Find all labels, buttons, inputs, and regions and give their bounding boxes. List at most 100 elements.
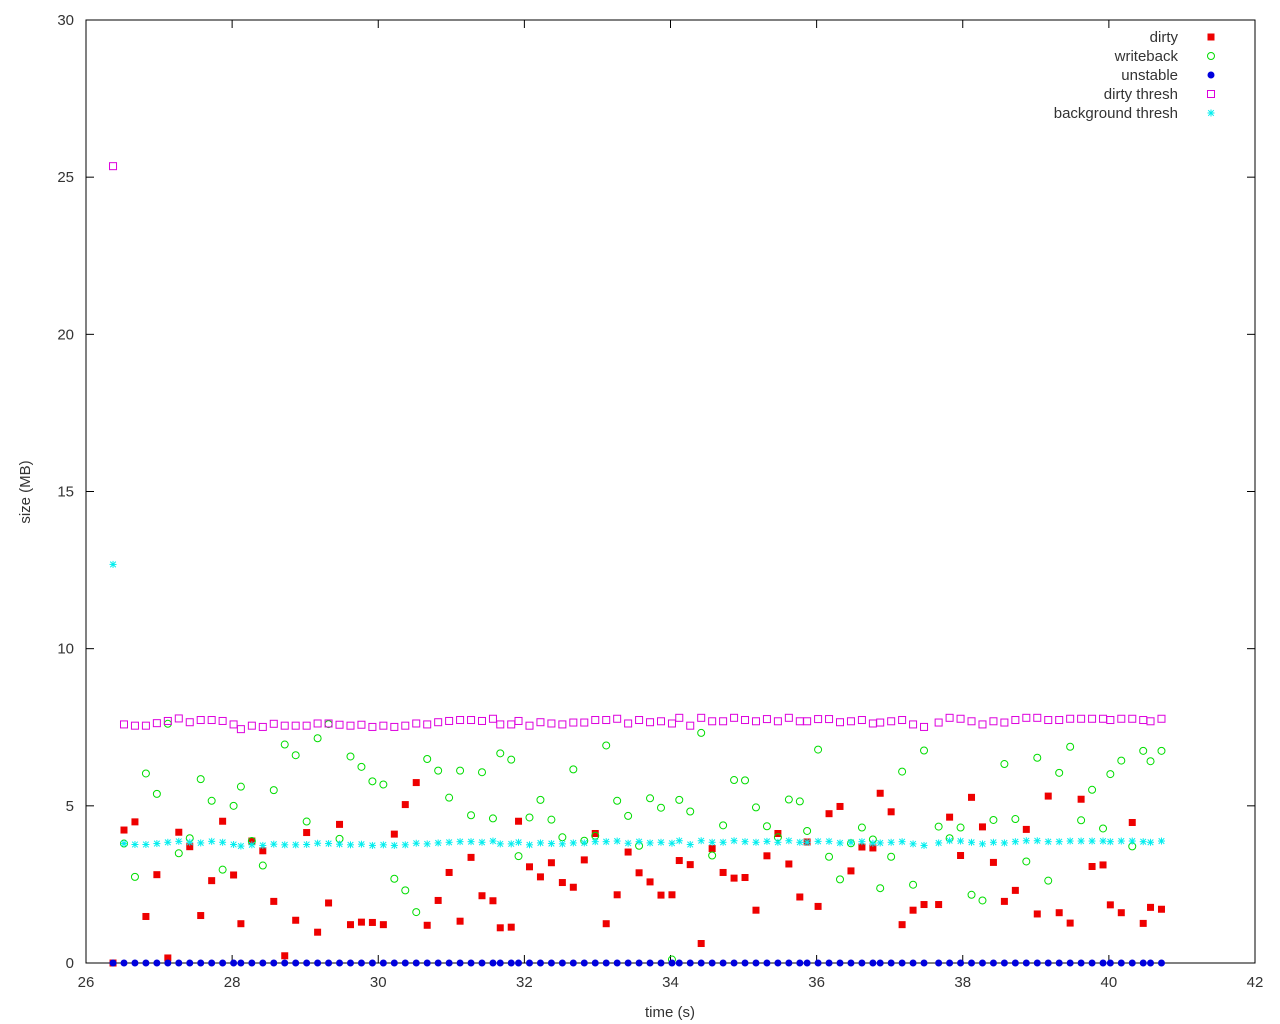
background-thresh-point [109,560,117,568]
dirty-thresh-point [218,716,227,725]
x-tick-label: 36 [808,974,825,991]
unstable-point [292,959,300,967]
background-thresh-point [730,837,738,845]
dirty-point [1128,818,1136,826]
unstable-point [978,959,986,967]
dirty-point [752,906,760,914]
background-thresh-point [624,839,632,847]
dirty-point [230,871,238,879]
dirty-thresh-point [635,716,644,725]
writeback-point [379,780,388,789]
dirty-thresh-point [602,716,611,725]
dirty-point [303,829,311,837]
dirty-point [946,813,954,821]
dirty-point [569,883,577,891]
writeback-point [456,766,465,775]
background-thresh-point [489,837,497,845]
writeback-point [1066,742,1075,751]
unstable-point [1011,959,1019,967]
background-thresh-point [1022,837,1030,845]
dirty-thresh-point [667,719,676,728]
background-thresh-point [1055,838,1063,846]
unstable-point [456,959,464,967]
background-thresh-point [675,837,683,845]
unstable-point [507,959,515,967]
y-tick-label: 0 [66,955,74,972]
unstable-point [635,959,643,967]
dirty-thresh-point [335,720,344,729]
dirty-point [836,802,844,810]
dirty-thresh-point [291,721,300,730]
unstable-point [825,959,833,967]
dirty-point [1099,861,1107,869]
dirty-thresh-point [920,722,929,731]
writeback-point [876,884,885,893]
background-thresh-point [412,839,420,847]
dirty-point [1139,919,1147,927]
writeback-point [130,872,139,881]
y-tick-label: 20 [57,326,74,343]
dirty-thresh-point [773,717,782,726]
background-thresh-point [507,840,515,848]
dirty-thresh-point [657,717,666,726]
background-thresh-point [968,838,976,846]
unstable-point [708,959,716,967]
unstable-point [270,959,278,967]
dirty-thresh-point [730,713,739,722]
unstable-point [719,959,727,967]
legend-marker-background-thresh [1207,109,1215,117]
dirty-point [208,877,216,885]
dirty-thresh-point [934,718,943,727]
unstable-point [785,959,793,967]
writeback-point [898,767,907,776]
unstable-point [946,959,954,967]
legend-marker-writeback [1207,52,1215,60]
writeback-point [280,740,289,749]
background-thresh-point [536,839,544,847]
background-thresh-point [602,838,610,846]
unstable-point [657,959,665,967]
dirty-thresh-point [467,716,476,725]
unstable-point [197,959,205,967]
unstable-point [467,959,475,967]
unstable-point [357,959,365,967]
y-tick-label: 10 [57,641,74,658]
background-thresh-point [719,838,727,846]
dirty-point [686,861,694,869]
background-thresh-point [1106,838,1114,846]
dirty-point [1157,905,1165,913]
unstable-point [624,959,632,967]
dirty-thresh-point [1139,716,1148,725]
dirty-thresh-point [1128,714,1137,723]
dirty-thresh-point [876,718,885,727]
unstable-point [646,959,654,967]
dirty-thresh-point [229,720,238,729]
background-thresh-point [120,840,128,848]
dirty-thresh-point [1077,714,1086,723]
writeback-point [507,755,516,764]
background-thresh-point [1139,838,1147,846]
writeback-point [207,796,216,805]
writeback-point [218,865,227,874]
dirty-point [478,892,486,900]
unstable-point [558,959,566,967]
unstable-point [668,959,676,967]
dirty-thresh-point [945,713,954,722]
dirty-thresh-point [613,714,622,723]
unstable-point [281,959,289,967]
dirty-thresh-point [1055,716,1064,725]
writeback-point [1055,768,1064,777]
background-thresh-point [1128,837,1136,845]
dirty-point [1000,897,1008,905]
background-thresh-point [909,840,917,848]
background-thresh-point [525,841,533,849]
writeback-point [825,852,834,861]
background-thresh-point [379,841,387,849]
unstable-point [858,959,866,967]
unstable-point [602,959,610,967]
background-thresh-point [390,841,398,849]
background-thresh-point [668,839,676,847]
dirty-thresh-point [624,719,633,728]
unstable-point [547,959,555,967]
dirty-point [796,893,804,901]
